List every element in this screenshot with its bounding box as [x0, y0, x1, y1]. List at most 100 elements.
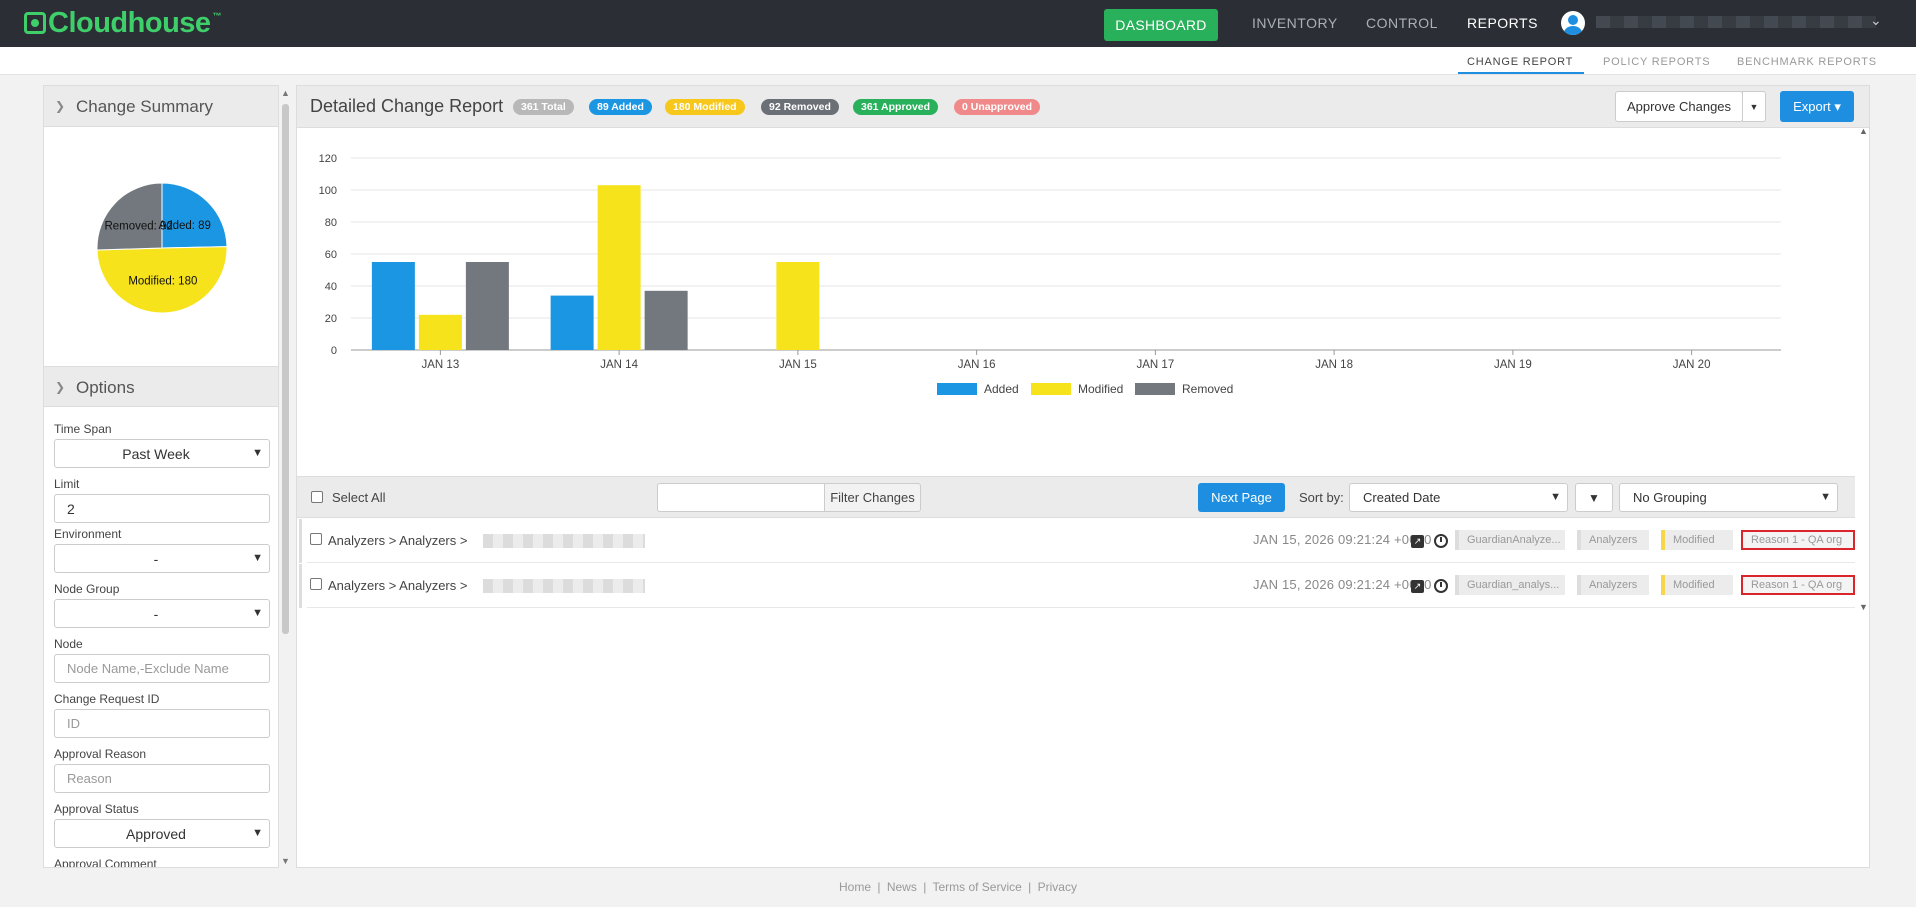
scroll-down-icon[interactable]: ▼ — [1859, 602, 1868, 612]
active-tab-underline — [1458, 72, 1584, 74]
legend-swatch-removed — [1135, 383, 1175, 395]
filter-input[interactable] — [657, 483, 825, 512]
approval-status-select[interactable]: Approved ▼ — [54, 819, 270, 848]
node-group-select[interactable]: - ▼ — [54, 599, 270, 628]
report-header: Detailed Change Report 361 Total 89 Adde… — [297, 86, 1869, 128]
user-name-redacted[interactable] — [1596, 16, 1876, 28]
top-navbar: Cloudhouse ™ DASHBOARD INVENTORY CONTROL… — [0, 0, 1916, 47]
cloudhouse-logo[interactable]: Cloudhouse ™ — [24, 7, 222, 39]
unapproved-badge[interactable]: 0 Unapproved — [954, 99, 1041, 115]
pie-slice-removed — [96, 182, 163, 251]
legend-label-modified: Modified — [1078, 382, 1123, 396]
tab-benchmark-reports[interactable]: BENCHMARK REPORTS — [1737, 56, 1877, 68]
time-span-select[interactable]: Past Week ▼ — [54, 439, 270, 468]
next-page-button[interactable]: Next Page — [1198, 483, 1285, 512]
legend-swatch-added — [937, 383, 977, 395]
scroll-up-icon[interactable]: ▲ — [281, 88, 290, 98]
footer-terms-link[interactable]: Terms of Service — [932, 880, 1021, 894]
row-checkbox[interactable] — [310, 578, 322, 590]
x-tick-label: JAN 18 — [1315, 359, 1353, 371]
scroll-up-icon[interactable]: ▲ — [1859, 126, 1868, 136]
row-item-redacted — [483, 534, 645, 548]
row-tag-category: Analyzers — [1577, 530, 1649, 550]
change-row[interactable]: Analyzers > Analyzers > JAN 15, 2026 09:… — [299, 519, 1855, 563]
nav-reports[interactable]: REPORTS — [1467, 15, 1538, 31]
open-link-icon[interactable]: ↗ — [1411, 535, 1424, 548]
reports-subnav: CHANGE REPORT POLICY REPORTS BENCHMARK R… — [0, 47, 1916, 75]
sidebar-scroll-thumb[interactable] — [282, 104, 289, 634]
nav-control[interactable]: CONTROL — [1366, 15, 1438, 31]
footer-privacy-link[interactable]: Privacy — [1038, 880, 1077, 894]
approval-comment-label: Approval Comment — [54, 857, 157, 868]
y-tick-label: 0 — [331, 345, 337, 357]
history-clock-icon[interactable] — [1434, 579, 1448, 593]
pie-slice-added — [161, 182, 228, 249]
change-summary-title: Change Summary — [76, 97, 214, 116]
modified-badge[interactable]: 180 Modified — [665, 99, 745, 115]
row-path[interactable]: Analyzers > Analyzers > — [328, 578, 467, 593]
approve-dropdown-caret-icon[interactable]: ▼ — [1742, 91, 1766, 122]
approval-reason-input[interactable]: Reason — [54, 764, 270, 793]
history-clock-icon[interactable] — [1434, 534, 1448, 548]
environment-value: - — [153, 550, 159, 567]
footer-separator: | — [923, 880, 927, 894]
row-tag-name: GuardianAnalyze... — [1455, 530, 1565, 550]
report-title: Detailed Change Report — [310, 96, 504, 116]
approval-reason-label: Approval Reason — [54, 747, 147, 761]
filter-changes-button[interactable]: Filter Changes — [824, 483, 921, 512]
change-row[interactable]: Analyzers > Analyzers > JAN 15, 2026 09:… — [299, 564, 1855, 608]
sidebar-scrollbar[interactable]: ▲ ▼ — [281, 88, 291, 868]
row-tag-reason: Reason 1 - QA org — [1741, 575, 1855, 595]
footer-home-link[interactable]: Home — [839, 880, 871, 894]
chevron-down-icon[interactable]: ⌄ — [1870, 12, 1882, 29]
scroll-down-icon[interactable]: ▼ — [281, 856, 290, 866]
limit-input[interactable]: 2 — [54, 494, 270, 523]
change-summary-pie-chart: Added: 89Modified: 180Removed: 92 — [96, 182, 228, 314]
row-tag-category: Analyzers — [1577, 575, 1649, 595]
chevron-down-icon: ▼ — [1550, 491, 1561, 503]
open-link-icon[interactable]: ↗ — [1411, 580, 1424, 593]
change-summary-header[interactable]: ❯ Change Summary — [44, 86, 278, 127]
row-path[interactable]: Analyzers > Analyzers > — [328, 533, 467, 548]
tab-change-report[interactable]: CHANGE REPORT — [1467, 56, 1573, 68]
x-tick-label: JAN 19 — [1494, 359, 1532, 371]
y-tick-label: 40 — [325, 281, 337, 293]
select-all-label[interactable]: Select All — [332, 490, 385, 505]
left-sidebar: ❯ Change Summary Added: 89 Modified: 180 R… — [43, 85, 279, 868]
change-request-input[interactable]: ID — [54, 709, 270, 738]
x-tick-label: JAN 15 — [779, 359, 817, 371]
chevron-down-icon: ▼ — [252, 607, 263, 619]
approved-badge[interactable]: 361 Approved — [853, 99, 939, 115]
total-badge[interactable]: 361 Total — [513, 99, 574, 115]
pie-label-modified: Modified: 180 — [128, 275, 197, 287]
footer-news-link[interactable]: News — [887, 880, 917, 894]
row-date: JAN 15, 2026 09:21:24 +0000 — [1253, 532, 1432, 547]
row-tag-reason: Reason 1 - QA org — [1741, 530, 1855, 550]
chevron-down-icon[interactable]: ❯ — [55, 380, 65, 394]
sort-by-select[interactable]: Created Date ▼ — [1349, 483, 1568, 512]
bar-removed — [465, 262, 509, 350]
grouping-select[interactable]: No Grouping ▼ — [1619, 483, 1838, 512]
row-tag-status: Modified — [1661, 575, 1733, 595]
nav-inventory[interactable]: INVENTORY — [1252, 15, 1338, 31]
node-input[interactable]: Node Name,-Exclude Name — [54, 654, 270, 683]
sort-direction-button[interactable]: ▼ — [1575, 483, 1613, 512]
export-button[interactable]: Export ▾ — [1780, 91, 1854, 122]
user-avatar-icon[interactable] — [1561, 11, 1585, 35]
chevron-down-icon: ▼ — [252, 447, 263, 459]
added-badge[interactable]: 89 Added — [589, 99, 652, 115]
sort-by-label: Sort by: — [1299, 490, 1344, 505]
tab-policy-reports[interactable]: POLICY REPORTS — [1603, 56, 1710, 68]
select-all-checkbox[interactable] — [311, 491, 323, 503]
approval-status-label: Approval Status — [54, 802, 139, 816]
nav-dashboard-button[interactable]: DASHBOARD — [1104, 9, 1218, 41]
chevron-down-icon[interactable]: ❯ — [55, 99, 65, 113]
approve-changes-button[interactable]: Approve Changes — [1615, 91, 1743, 122]
row-item-redacted — [483, 579, 645, 593]
options-header[interactable]: ❯ Options — [44, 366, 278, 407]
environment-label: Environment — [54, 527, 122, 541]
row-checkbox[interactable] — [310, 533, 322, 545]
environment-select[interactable]: - ▼ — [54, 544, 270, 573]
row-tag-name: Guardian_analys... — [1455, 575, 1565, 595]
removed-badge[interactable]: 92 Removed — [761, 99, 839, 115]
